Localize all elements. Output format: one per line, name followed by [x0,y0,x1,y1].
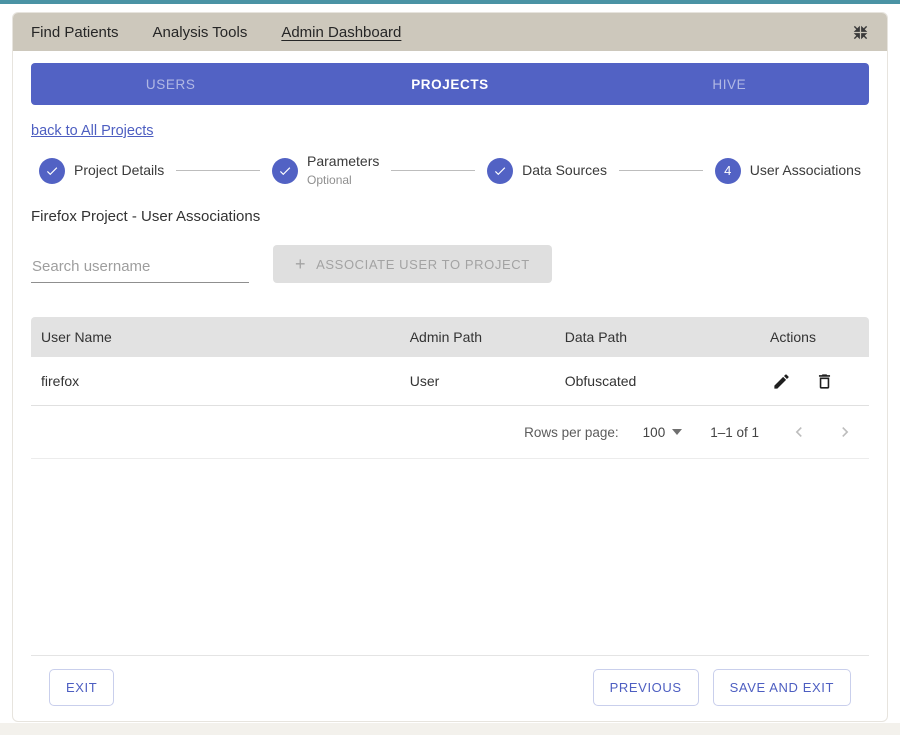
cell-data-path: Obfuscated [555,357,760,405]
tab-projects[interactable]: PROJECTS [310,63,589,105]
trash-icon [815,372,834,391]
chevron-down-icon [672,429,682,435]
nav-item-analysis-tools[interactable]: Analysis Tools [153,24,248,41]
pagination-range: 1–1 of 1 [710,425,759,440]
nav-item-find-patients[interactable]: Find Patients [31,24,119,41]
rows-per-page-select[interactable]: 100 [643,425,683,440]
step-parameters[interactable]: Parameters Optional [272,153,379,188]
user-associations-table: User Name Admin Path Data Path Actions f… [31,317,869,459]
col-header-data-path: Data Path [555,317,760,357]
bottom-band [0,723,900,735]
cell-admin-path: User [400,357,555,405]
search-username-input[interactable] [31,251,249,283]
wizard-stepper: Project Details Parameters Optional Data… [39,153,861,188]
edit-button[interactable] [770,370,793,393]
cell-actions [760,360,869,403]
chevron-right-icon [835,422,855,442]
step-number-badge: 4 [715,158,741,184]
check-icon [39,158,65,184]
compress-icon[interactable] [852,24,869,41]
stepper-connector [391,170,475,171]
col-header-admin-path: Admin Path [400,317,555,357]
associate-user-button[interactable]: + ASSOCIATE USER TO PROJECT [273,245,552,283]
next-page-button[interactable] [833,420,857,444]
check-icon [272,158,298,184]
exit-button[interactable]: EXIT [49,669,114,706]
col-header-user-name: User Name [31,317,400,357]
pencil-icon [772,372,791,391]
table-header: User Name Admin Path Data Path Actions [31,317,869,357]
back-to-all-projects-link[interactable]: back to All Projects [31,123,154,139]
col-header-actions: Actions [760,317,869,357]
footer-right-group: PREVIOUS SAVE AND EXIT [593,669,851,706]
plus-icon: + [295,255,306,273]
check-icon [487,158,513,184]
table-pagination: Rows per page: 100 1–1 of 1 [31,406,869,459]
step-project-details[interactable]: Project Details [39,158,164,184]
step-data-sources[interactable]: Data Sources [487,158,607,184]
associate-user-button-label: ASSOCIATE USER TO PROJECT [316,257,530,272]
step-label: Parameters Optional [307,153,379,188]
stepper-connector [619,170,703,171]
stepper-connector [176,170,260,171]
pager-controls [787,420,857,444]
step-label: User Associations [750,162,861,180]
delete-button[interactable] [813,370,836,393]
table-row: firefox User Obfuscated [31,357,869,406]
top-accent-strip [0,0,900,4]
step-label: Data Sources [522,162,607,180]
step-user-associations[interactable]: 4 User Associations [715,158,861,184]
rows-per-page: Rows per page: 100 [524,425,682,440]
previous-button[interactable]: PREVIOUS [593,669,699,706]
chevron-left-icon [789,422,809,442]
content-area: USERS PROJECTS HIVE back to All Projects… [13,51,887,721]
step-caption: Optional [307,173,352,187]
section-tabs: USERS PROJECTS HIVE [31,63,869,105]
app-nav-bar: Find Patients Analysis Tools Admin Dashb… [13,13,887,51]
previous-page-button[interactable] [787,420,811,444]
associate-row: + ASSOCIATE USER TO PROJECT [31,245,869,283]
tab-users[interactable]: USERS [31,63,310,105]
rows-per-page-label: Rows per page: [524,425,619,440]
wizard-footer: EXIT PREVIOUS SAVE AND EXIT [31,655,869,721]
step-label: Project Details [74,162,164,180]
cell-user-name: firefox [31,357,400,405]
page-title: Firefox Project - User Associations [31,208,869,225]
nav-item-admin-dashboard[interactable]: Admin Dashboard [281,24,401,41]
save-and-exit-button[interactable]: SAVE AND EXIT [713,669,851,706]
tab-hive[interactable]: HIVE [590,63,869,105]
main-card: Find Patients Analysis Tools Admin Dashb… [12,12,888,722]
